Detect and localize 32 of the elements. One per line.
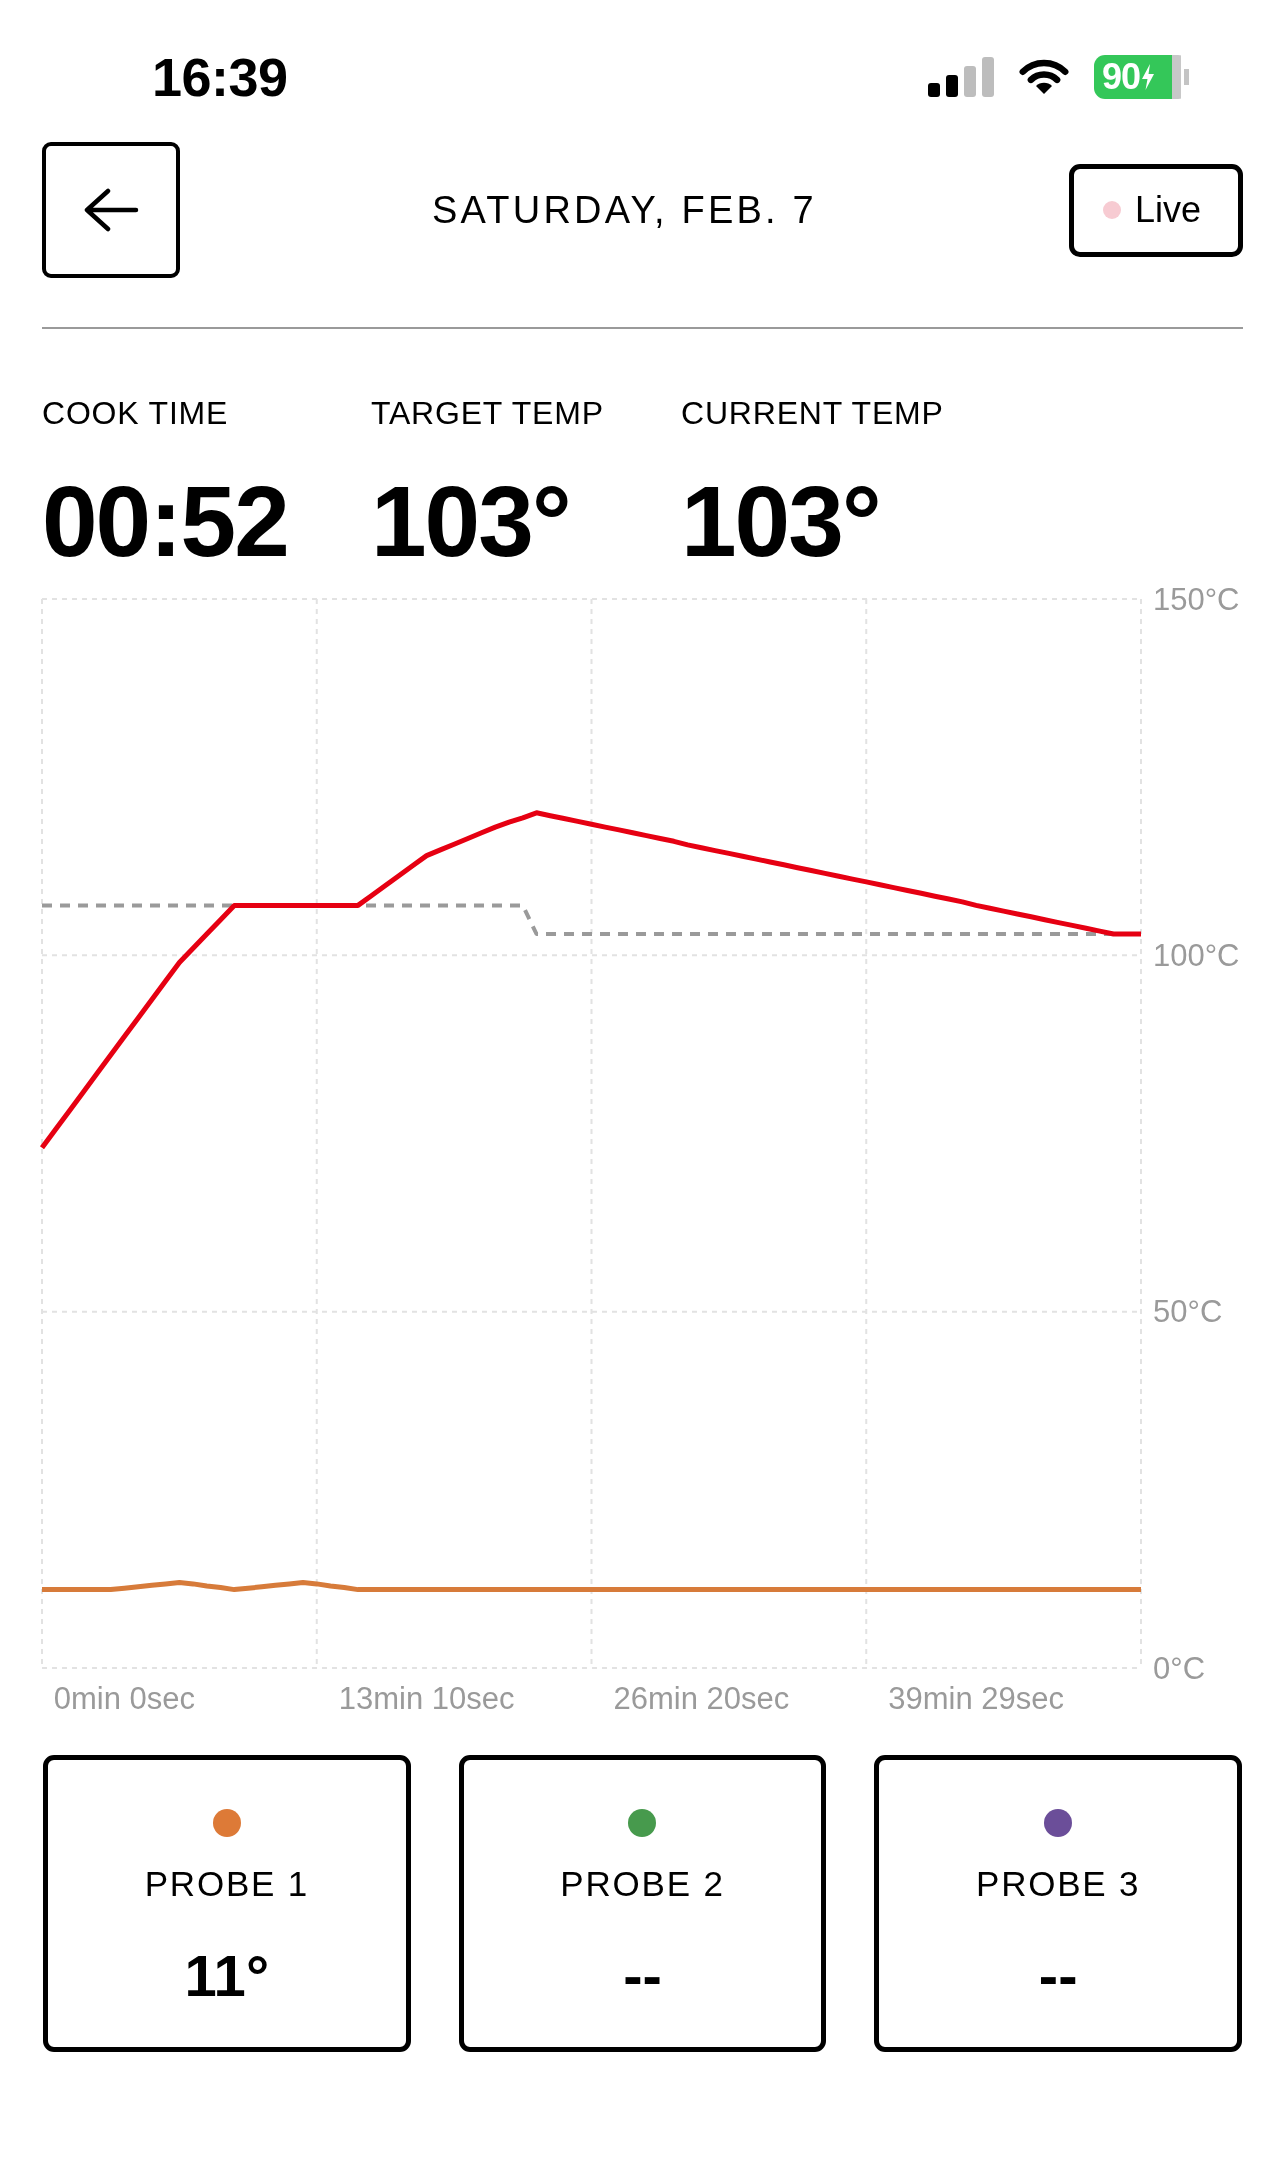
clock-time: 16:39 — [152, 50, 288, 104]
stat-value: 00:52 — [42, 471, 288, 571]
probe-card[interactable]: PROBE 2 -- — [458, 1755, 827, 2052]
probe-temperature: -- — [623, 1947, 662, 2005]
probe-name: PROBE 3 — [976, 1866, 1141, 1902]
back-button[interactable] — [42, 142, 180, 278]
probe-temperature: -- — [1038, 1947, 1078, 2005]
probe-card[interactable]: PROBE 3 -- — [874, 1755, 1242, 2052]
axis-label: 13min 10sec — [338, 1681, 515, 1716]
stat-label: CURRENT TEMP — [681, 397, 944, 429]
axis-label: 39min 29sec — [888, 1681, 1065, 1716]
stat-value: 103° — [371, 471, 570, 571]
probe-card[interactable]: PROBE 1 11° — [43, 1755, 411, 2052]
bolt-icon — [1141, 64, 1156, 90]
axis-label: 26min 20sec — [613, 1681, 790, 1716]
axis-label: 50°C — [1153, 1294, 1223, 1330]
wifi-icon — [1016, 58, 1072, 96]
axis-label: 100°C — [1153, 937, 1240, 973]
axis-label: 0°C — [1153, 1650, 1206, 1686]
date-title: SATURDAY, FEB. 7 — [431, 191, 818, 229]
live-button[interactable]: Live — [1069, 163, 1243, 257]
probe-temperature: 11° — [184, 1947, 270, 2005]
arrow-left-icon — [83, 188, 139, 232]
axis-label: 0min 0sec — [53, 1681, 196, 1716]
probe-name: PROBE 2 — [560, 1866, 725, 1902]
axis-label: 150°C — [1153, 581, 1240, 617]
probe-name: PROBE 1 — [144, 1866, 309, 1902]
stat-value: 103° — [681, 471, 880, 571]
battery-percent: 90 — [1102, 59, 1141, 95]
signal-icon — [928, 57, 994, 97]
stat-label: COOK TIME — [42, 397, 229, 429]
stat-label: TARGET TEMP — [371, 397, 604, 429]
